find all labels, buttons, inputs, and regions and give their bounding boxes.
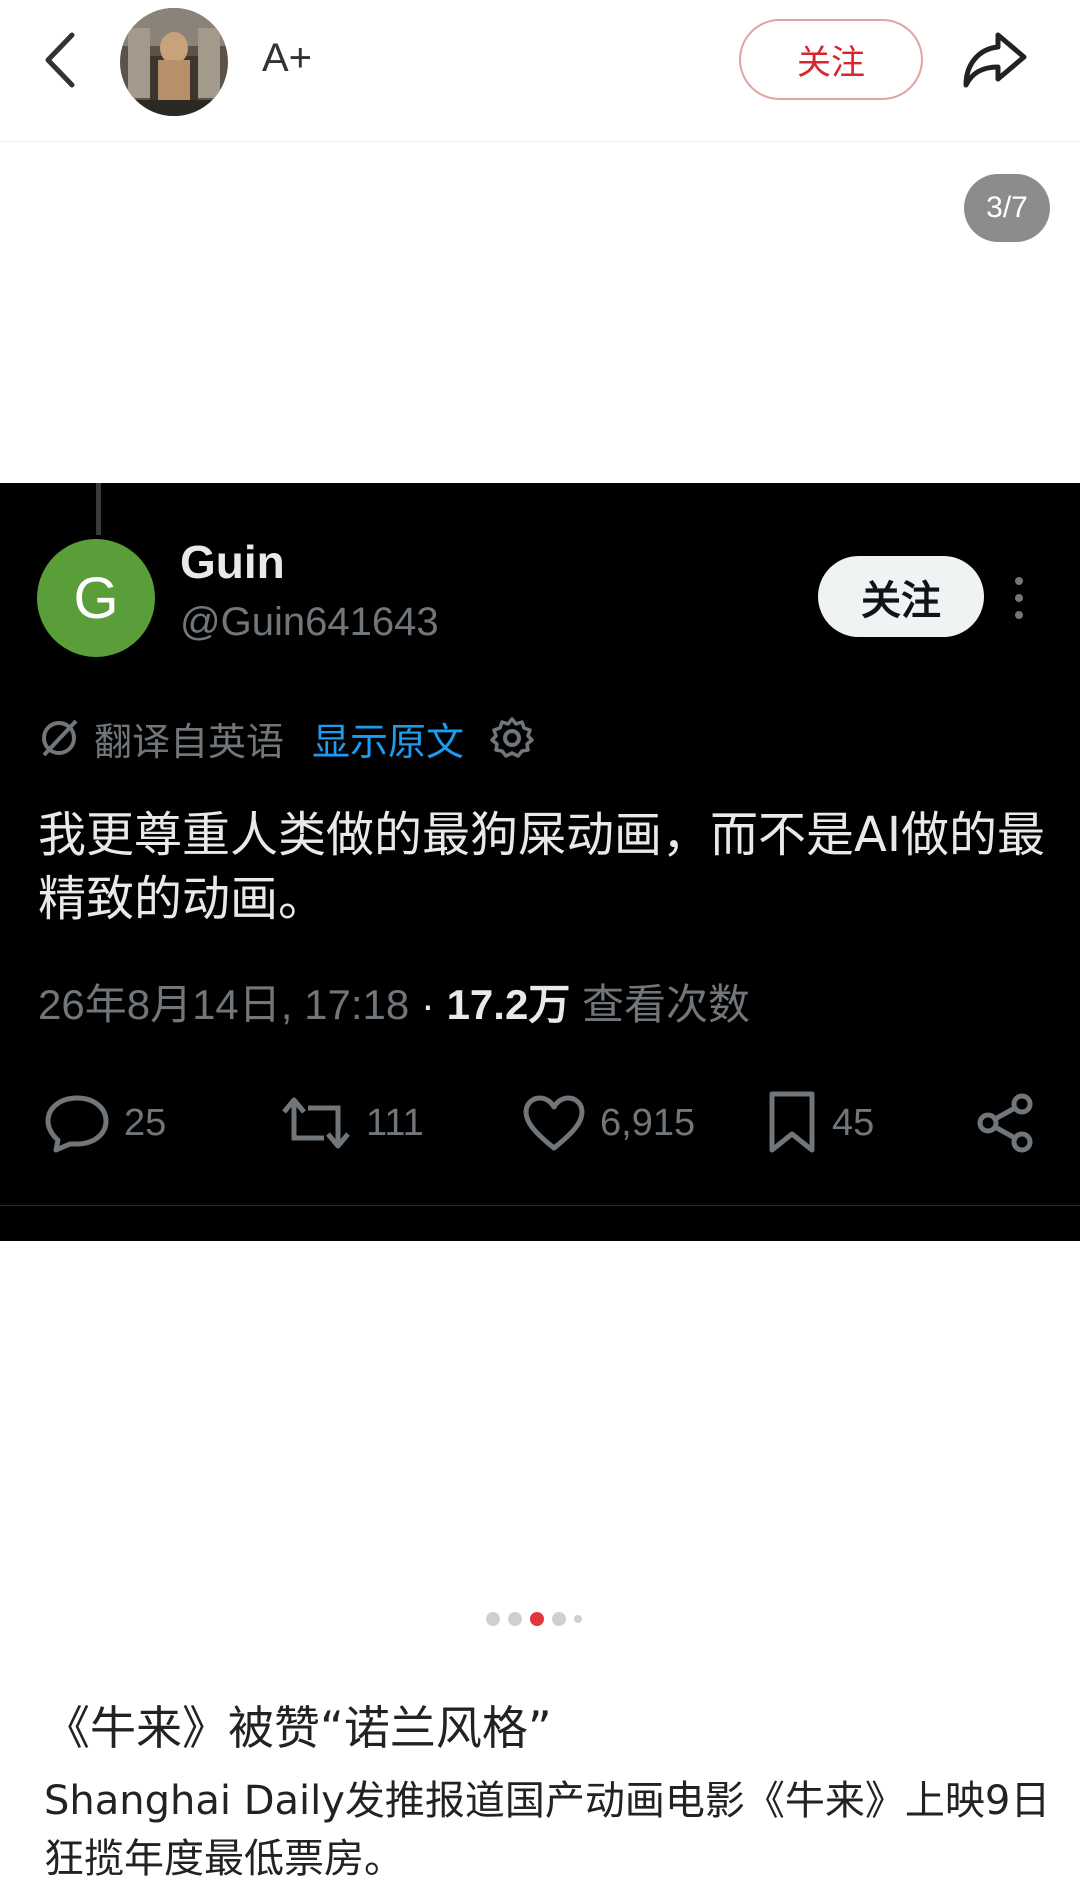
tweet-views-label: 查看次数 (582, 981, 751, 1028)
back-button[interactable] (30, 22, 90, 98)
repost-count: 111 (366, 1101, 424, 1144)
like-count: 6,915 (600, 1101, 696, 1144)
font-size-button[interactable]: A+ (262, 30, 312, 86)
like-action: 6,915 (522, 1083, 695, 1163)
follow-button[interactable]: 关注 (739, 19, 923, 100)
tweet-image[interactable]: G Guin @Guin641643 关注 翻译自英语 显示原文 我更尊重人类做… (0, 483, 1080, 1241)
reply-icon (45, 1095, 109, 1153)
tweet-avatar: G (37, 539, 155, 657)
image-counter: 3/7 (964, 174, 1050, 242)
show-original-link: 显示原文 (312, 719, 465, 764)
reply-count: 25 (124, 1101, 167, 1144)
tweet-views-count: 17.2万 (446, 981, 571, 1028)
tweet-timestamp: 26年8月14日, 17:18 (38, 981, 410, 1028)
heart-icon (523, 1095, 585, 1151)
translate-label: 翻译自英语 (94, 719, 285, 764)
top-bar: A+ 关注 (0, 0, 1080, 142)
share-button[interactable] (958, 26, 1032, 92)
bookmark-icon (769, 1091, 815, 1153)
translate-icon (42, 719, 78, 757)
translate-row: 翻译自英语 显示原文 (38, 713, 534, 764)
gallery-pagination (486, 1611, 582, 1627)
share-arrow-icon (963, 32, 1027, 88)
page-dot[interactable] (486, 1612, 500, 1626)
gear-icon (490, 717, 534, 758)
more-options-icon (1015, 577, 1023, 619)
thread-line (96, 483, 101, 535)
page-dot[interactable] (574, 1615, 582, 1623)
tweet-divider (0, 1205, 1080, 1206)
tweet-actions: 25 111 6,915 45 (0, 1083, 1080, 1163)
article-summary: Shanghai Daily发推报道国产动画电影《牛来》上映9日狂揽年度最低票房… (44, 1778, 1051, 1882)
tweet-author-handle: @Guin641643 (180, 600, 439, 644)
tweet-meta: 26年8月14日, 17:18 · 17.2万 查看次数 (38, 971, 750, 1032)
author-avatar[interactable] (120, 8, 228, 116)
share-nodes-icon (977, 1093, 1033, 1153)
repost-icon (282, 1097, 350, 1149)
share-action (974, 1083, 1036, 1163)
avatar-image (120, 8, 228, 116)
meta-separator: · (420, 981, 435, 1028)
tweet-follow-button: 关注 (818, 556, 984, 637)
page-dot[interactable] (552, 1612, 566, 1626)
page-dot[interactable] (508, 1612, 522, 1626)
article-headline: 《牛来》被赞“诺兰风格” (44, 1701, 552, 1755)
chevron-left-icon (45, 32, 75, 88)
page-dot-active[interactable] (530, 1612, 544, 1626)
bookmark-count: 45 (832, 1101, 875, 1144)
tweet-author-name: Guin (180, 536, 285, 588)
reply-action: 25 (44, 1083, 166, 1163)
tweet-body: 我更尊重人类做的最狗屎动画，而不是AI做的最精致的动画。 (38, 807, 1045, 927)
bookmark-action: 45 (766, 1083, 874, 1163)
repost-action: 111 (280, 1083, 424, 1163)
